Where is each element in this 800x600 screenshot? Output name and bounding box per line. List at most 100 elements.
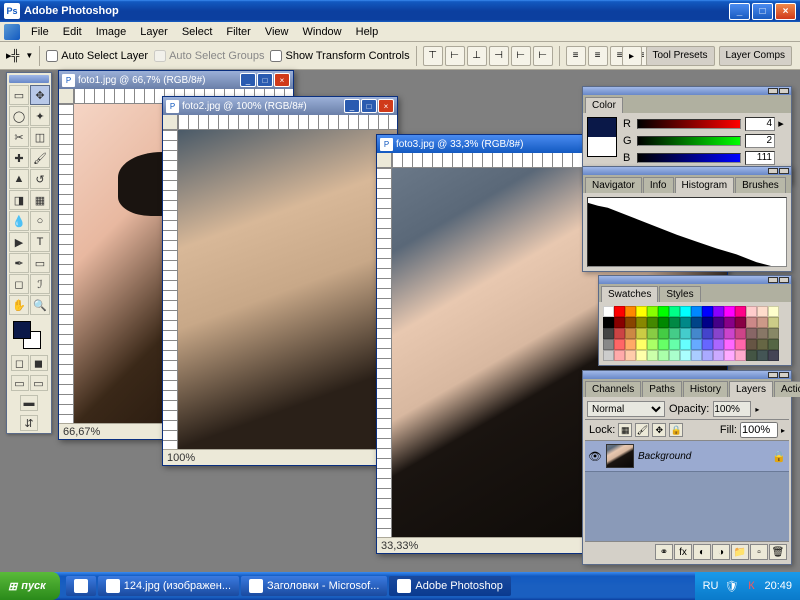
screen-mode-1-button[interactable]: ▭ bbox=[11, 375, 29, 391]
swatch[interactable] bbox=[603, 317, 614, 328]
taskbar-item[interactable] bbox=[66, 576, 96, 596]
color-preview[interactable] bbox=[587, 117, 617, 157]
blend-mode-select[interactable]: Normal bbox=[587, 401, 665, 417]
close-button[interactable]: × bbox=[775, 3, 796, 20]
swatch[interactable] bbox=[757, 339, 768, 350]
tab-layers[interactable]: Layers bbox=[729, 381, 773, 397]
swatch[interactable] bbox=[702, 306, 713, 317]
menu-edit[interactable]: Edit bbox=[56, 24, 89, 40]
layer-row[interactable]: 👁 Background 🔒 bbox=[585, 441, 789, 472]
swatch[interactable] bbox=[658, 317, 669, 328]
tab-styles[interactable]: Styles bbox=[659, 286, 700, 302]
doc-maximize-button[interactable]: □ bbox=[257, 73, 273, 87]
notes-tool[interactable]: ◻ bbox=[9, 274, 29, 294]
tab-navigator[interactable]: Navigator bbox=[585, 177, 642, 193]
tab-info[interactable]: Info bbox=[643, 177, 674, 193]
swatch[interactable] bbox=[625, 339, 636, 350]
swatch[interactable] bbox=[691, 317, 702, 328]
zoom-level[interactable]: 100% bbox=[167, 452, 195, 464]
panel-minimize-button[interactable] bbox=[768, 277, 778, 283]
opacity-input[interactable] bbox=[713, 401, 751, 417]
swatch[interactable] bbox=[724, 317, 735, 328]
swatch[interactable] bbox=[680, 339, 691, 350]
swatch[interactable] bbox=[746, 339, 757, 350]
swatch[interactable] bbox=[603, 328, 614, 339]
b-slider[interactable] bbox=[637, 153, 741, 163]
brush-tool[interactable]: 🖌 bbox=[30, 148, 50, 168]
quick-mask-button[interactable]: ◼ bbox=[30, 355, 48, 371]
panel-close-button[interactable] bbox=[779, 372, 789, 378]
swatch[interactable] bbox=[768, 317, 779, 328]
zoom-tool[interactable]: 🔍 bbox=[30, 295, 50, 315]
swatch[interactable] bbox=[614, 328, 625, 339]
panel-minimize-button[interactable] bbox=[768, 372, 778, 378]
menu-view[interactable]: View bbox=[258, 24, 296, 40]
swatch[interactable] bbox=[636, 306, 647, 317]
ruler-vertical[interactable] bbox=[377, 168, 392, 537]
show-transform-checkbox[interactable]: Show Transform Controls bbox=[270, 50, 409, 62]
swatch[interactable] bbox=[647, 328, 658, 339]
menu-window[interactable]: Window bbox=[296, 24, 349, 40]
swatch[interactable] bbox=[768, 350, 779, 361]
swatch[interactable] bbox=[724, 328, 735, 339]
layer-thumbnail[interactable] bbox=[606, 444, 634, 468]
delete-layer-button[interactable]: 🗑 bbox=[769, 544, 787, 560]
panel-close-button[interactable] bbox=[779, 88, 789, 94]
swatch[interactable] bbox=[757, 328, 768, 339]
adjustment-layer-button[interactable]: ◑ bbox=[712, 544, 730, 560]
swatch[interactable] bbox=[636, 350, 647, 361]
ruler-vertical[interactable] bbox=[59, 104, 74, 423]
shape-tool[interactable]: ▭ bbox=[30, 253, 50, 273]
panel-grip[interactable] bbox=[583, 371, 791, 379]
swatch[interactable] bbox=[746, 328, 757, 339]
swatch[interactable] bbox=[669, 328, 680, 339]
start-button[interactable]: ⊞пуск bbox=[0, 572, 60, 600]
swatch[interactable] bbox=[625, 328, 636, 339]
swatch[interactable] bbox=[680, 317, 691, 328]
dodge-tool[interactable]: ○ bbox=[30, 211, 50, 231]
swatch[interactable] bbox=[702, 328, 713, 339]
tab-color[interactable]: Color bbox=[585, 97, 623, 113]
lock-position-button[interactable]: ✥ bbox=[652, 423, 666, 437]
swatch[interactable] bbox=[603, 339, 614, 350]
panel-grip[interactable] bbox=[583, 167, 791, 175]
marquee-tool[interactable]: ▭ bbox=[9, 85, 29, 105]
swatch[interactable] bbox=[680, 350, 691, 361]
ruler-horizontal[interactable] bbox=[178, 115, 397, 130]
tab-paths[interactable]: Paths bbox=[642, 381, 682, 397]
g-value[interactable]: 2 bbox=[745, 134, 775, 148]
canvas[interactable] bbox=[178, 130, 397, 449]
menu-file[interactable]: File bbox=[24, 24, 56, 40]
toolbox-grip[interactable] bbox=[9, 75, 49, 83]
jump-to-imageready-button[interactable]: ⇵ bbox=[20, 415, 38, 431]
swatch[interactable] bbox=[735, 317, 746, 328]
link-layers-button[interactable]: ⚭ bbox=[655, 544, 673, 560]
menu-layer[interactable]: Layer bbox=[133, 24, 175, 40]
swatch[interactable] bbox=[625, 317, 636, 328]
fill-dropdown-icon[interactable]: ▸ bbox=[781, 426, 785, 435]
doc-close-button[interactable]: × bbox=[378, 99, 394, 113]
swatch[interactable] bbox=[603, 350, 614, 361]
standard-mode-button[interactable]: ◻ bbox=[11, 355, 29, 371]
swatch[interactable] bbox=[647, 339, 658, 350]
auto-select-layer-checkbox[interactable]: Auto Select Layer bbox=[46, 50, 148, 62]
ruler-vertical[interactable] bbox=[163, 130, 178, 449]
swatch[interactable] bbox=[735, 328, 746, 339]
swatch[interactable] bbox=[757, 306, 768, 317]
r-slider[interactable] bbox=[637, 119, 741, 129]
swatch[interactable] bbox=[625, 306, 636, 317]
slice-tool[interactable]: ◫ bbox=[30, 127, 50, 147]
layer-style-button[interactable]: fx bbox=[674, 544, 692, 560]
tray-icon[interactable]: 🛡 bbox=[724, 579, 738, 593]
layer-comps-tab[interactable]: Layer Comps bbox=[719, 46, 792, 66]
document-titlebar[interactable]: P foto2.jpg @ 100% (RGB/8#) _□× bbox=[163, 97, 397, 115]
eyedropper-tool[interactable]: ℐ bbox=[30, 274, 50, 294]
menu-help[interactable]: Help bbox=[349, 24, 386, 40]
swatch[interactable] bbox=[647, 317, 658, 328]
swatch[interactable] bbox=[691, 350, 702, 361]
panel-grip[interactable] bbox=[599, 276, 791, 284]
swatch[interactable] bbox=[658, 328, 669, 339]
swatch[interactable] bbox=[691, 328, 702, 339]
swatch[interactable] bbox=[713, 306, 724, 317]
layer-mask-button[interactable]: ◐ bbox=[693, 544, 711, 560]
